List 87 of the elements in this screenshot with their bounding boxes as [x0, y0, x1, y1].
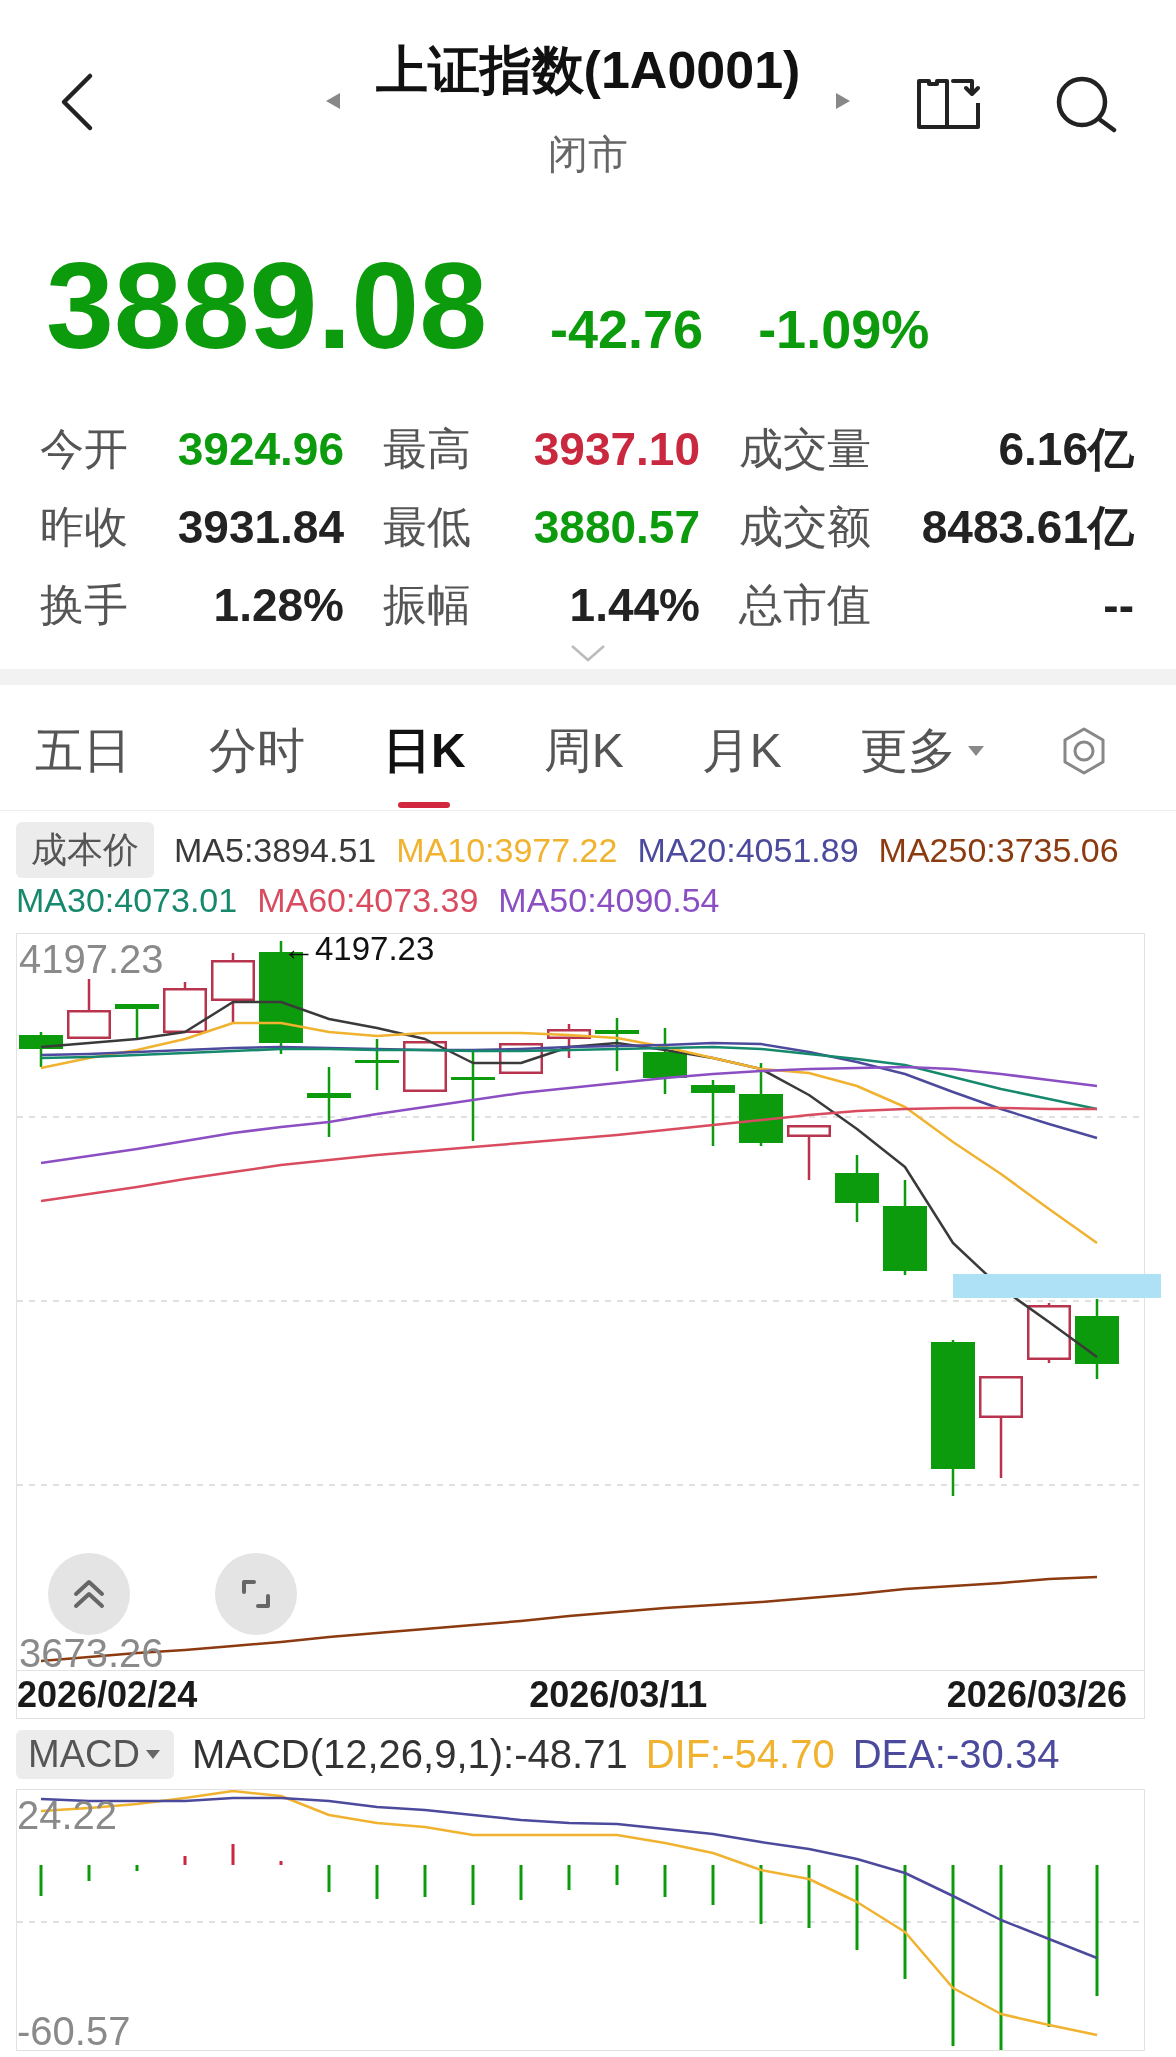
histogram-bar: [519, 1865, 523, 1900]
page-title: 上证指数(1A0001): [375, 40, 801, 100]
axis-date-label: 2026/03/26: [946, 1674, 1127, 1715]
stat-value: 3937.10: [533, 424, 700, 474]
settings-icon[interactable]: [1061, 725, 1107, 776]
candlestick: [115, 1004, 159, 1038]
chart-tab[interactable]: 五日: [35, 691, 131, 810]
axis-date-label: 2026/02/24: [17, 1674, 198, 1715]
stat-label: 成交量: [739, 424, 871, 474]
histogram-bar: [807, 1865, 811, 1928]
histogram-bar: [375, 1865, 379, 1899]
axis-min-label: -60.57: [17, 2011, 131, 2051]
histogram-bar: [423, 1865, 427, 1897]
candlestick: [1027, 1303, 1071, 1363]
candlestick: [835, 1155, 879, 1222]
moving-average-label: MA60:4073.39: [257, 880, 479, 921]
moving-average-label: MA10:3977.22: [396, 830, 618, 871]
candlestick: [547, 1024, 591, 1058]
indicator-select[interactable]: MACD: [16, 1729, 174, 1779]
stat-label: 换手: [40, 580, 128, 630]
stat-label: 今开: [40, 424, 128, 474]
double-chevron-up-icon: [72, 1579, 106, 1609]
stat-value: 6.16亿: [998, 424, 1134, 474]
caret-icon: [967, 745, 984, 756]
candlestick: [691, 1080, 735, 1146]
market-status: 闭市: [548, 132, 628, 176]
moving-average-label: MA50:4090.54: [498, 880, 720, 921]
histogram-bar: [759, 1865, 763, 1924]
histogram-bar: [663, 1865, 667, 1897]
axis-date-label: 2026/03/11: [529, 1674, 708, 1715]
stat-label: 最低: [383, 502, 471, 552]
right-triangle-icon[interactable]: [836, 93, 851, 109]
cost-price-button[interactable]: 成本价: [16, 822, 154, 878]
corner-brackets-icon: [242, 1580, 270, 1608]
moving-average-label: MA20:4051.89: [637, 830, 859, 871]
chart-tab[interactable]: 日K: [383, 691, 466, 810]
moving-average-label: MA250:3735.06: [878, 830, 1119, 871]
stat-value: 8483.61亿: [921, 502, 1134, 552]
stat-value: 3924.96: [177, 424, 344, 474]
histogram-bar: [87, 1865, 91, 1881]
stat-value: --: [1103, 580, 1134, 630]
stat-label: 最高: [383, 424, 471, 474]
axis-max-label: 4197.23: [19, 939, 164, 979]
chart-tab[interactable]: 月K: [701, 691, 782, 810]
macd-legend-label: DIF:-54.70: [645, 1732, 835, 1776]
candlestick: [211, 953, 255, 1024]
candlestick: [307, 1067, 351, 1137]
stat-value: 3931.84: [177, 502, 344, 552]
moving-average-label: MA30:4073.01: [16, 880, 238, 921]
histogram-bar: [327, 1865, 331, 1892]
index-price: 3889.08: [46, 245, 487, 367]
histogram-bar: [615, 1865, 619, 1885]
candlestick: [19, 1032, 63, 1067]
stat-label: 昨收: [40, 502, 128, 552]
chart-tab[interactable]: 分时: [209, 691, 305, 810]
candlestick: [595, 1018, 639, 1071]
candlestick: [787, 1125, 831, 1180]
candlestick: [643, 1028, 687, 1094]
macd-legend-label: MACD(12,26,9,1):-48.71: [191, 1732, 628, 1776]
stat-value: 3880.57: [533, 502, 700, 552]
histogram-bar: [183, 1856, 187, 1865]
candlestick: [163, 982, 207, 1033]
stat-label: 成交额: [739, 502, 871, 552]
chart-tab[interactable]: 周K: [543, 691, 624, 810]
candlestick: [67, 979, 111, 1039]
histogram-bar: [567, 1865, 571, 1890]
chart-tab[interactable]: 更多: [859, 691, 984, 810]
price-change-percent: -1.09%: [758, 302, 930, 356]
stat-label: 总市值: [739, 580, 871, 630]
moving-average-label: MA5:3894.51: [174, 830, 377, 871]
stat-value: 1.44%: [569, 580, 700, 630]
price-change: -42.76: [550, 302, 704, 356]
high-price-marker: ←4197.23: [282, 934, 435, 964]
histogram-bar: [279, 1861, 283, 1865]
histogram-bar: [39, 1865, 43, 1896]
histogram-bar: [135, 1865, 139, 1871]
histogram-bar: [471, 1865, 475, 1905]
candlestick: [403, 1041, 447, 1092]
stat-label: 振幅: [383, 580, 471, 630]
left-triangle-icon[interactable]: [325, 93, 340, 109]
histogram-bar: [231, 1844, 235, 1865]
caret-icon: [145, 1749, 160, 1759]
candlestick: [499, 1043, 543, 1074]
macd-legend-label: DEA:-30.34: [852, 1732, 1060, 1776]
stat-value: 1.28%: [213, 580, 344, 630]
candlestick: [355, 1039, 399, 1090]
histogram-bar: [711, 1865, 715, 1905]
